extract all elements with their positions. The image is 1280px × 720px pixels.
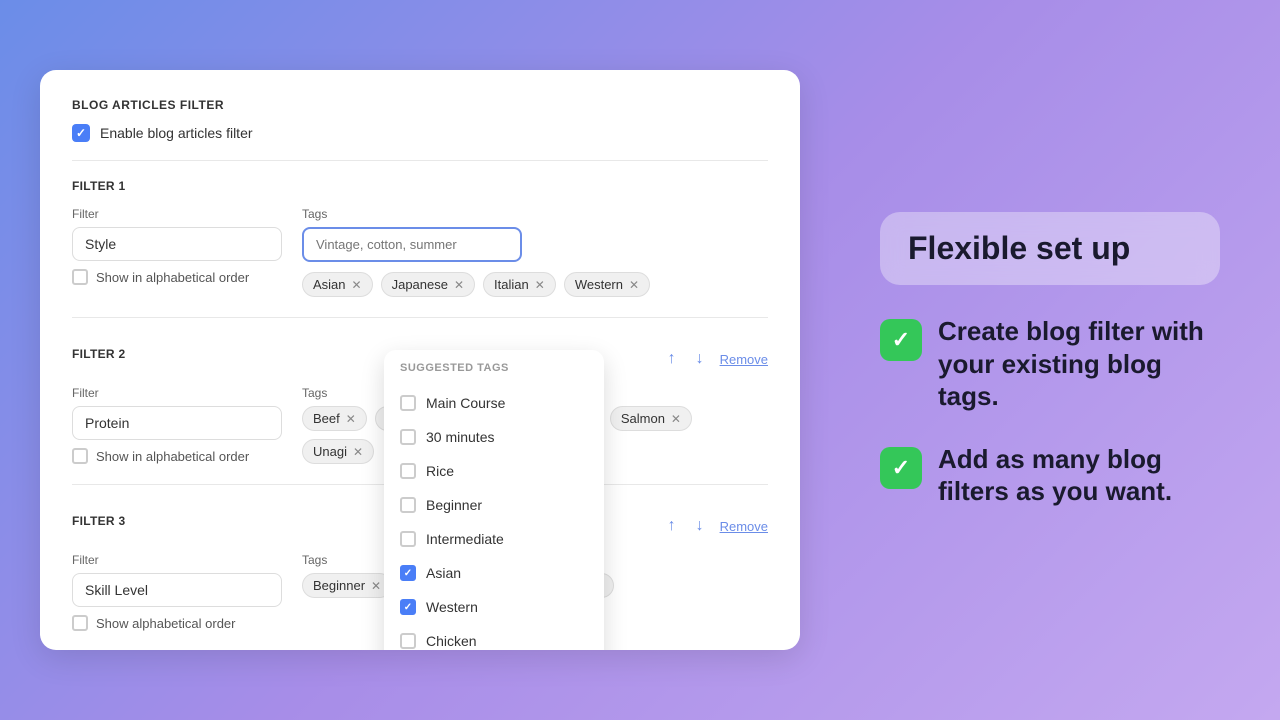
dd-item-chicken[interactable]: Chicken [384, 624, 604, 650]
filter2-alpha-checkbox[interactable] [72, 448, 88, 464]
enable-label: Enable blog articles filter [100, 125, 253, 141]
filter2-down-btn[interactable]: ↓ [692, 346, 708, 372]
filter2-up-btn[interactable]: ↑ [664, 346, 680, 372]
filter3-up-btn[interactable]: ↑ [664, 513, 680, 539]
tags-input-wrapper [302, 227, 522, 262]
filter1-field-label: Filter [72, 207, 282, 221]
dd-checkbox-chicken [400, 633, 416, 649]
filter1-row: Filter Show in alphabetical order Tags A [72, 207, 768, 297]
filter3-field-label: Filter [72, 553, 282, 567]
dd-item-asian[interactable]: Asian [384, 556, 604, 590]
green-check-icon-1 [880, 319, 922, 361]
dd-checkbox-main-course [400, 395, 416, 411]
filter3-input[interactable] [72, 573, 282, 607]
feature-text-1: Create blog filter with your existing bl… [938, 315, 1220, 413]
tag-salmon: Salmon✕ [610, 406, 692, 431]
dd-checkbox-beginner [400, 497, 416, 513]
tag-western-remove[interactable]: ✕ [629, 279, 639, 291]
tag-beginner: Beginner✕ [302, 573, 392, 598]
filter3-remove-btn[interactable]: Remove [720, 519, 768, 534]
right-panel: Flexible set up Create blog filter with … [860, 192, 1240, 528]
dd-label-intermediate: Intermediate [426, 531, 504, 547]
filter2-alpha-row: Show in alphabetical order [72, 448, 282, 464]
enable-checkbox[interactable] [72, 124, 90, 142]
filter3-alpha-label: Show alphabetical order [96, 616, 235, 631]
filter3-down-btn[interactable]: ↓ [692, 513, 708, 539]
dd-item-beginner[interactable]: Beginner [384, 488, 604, 522]
dd-item-rice[interactable]: Rice [384, 454, 604, 488]
tag-italian: Italian ✕ [483, 272, 556, 297]
dd-label-asian: Asian [426, 565, 461, 581]
filter2-controls: ↑ ↓ Remove [664, 346, 768, 372]
divider-2 [72, 317, 768, 318]
dd-label-chicken: Chicken [426, 633, 477, 649]
filter1-right: Tags Asian ✕ Japanese ✕ [302, 207, 768, 297]
divider-1 [72, 160, 768, 161]
dd-label-rice: Rice [426, 463, 454, 479]
filter1-alpha-checkbox[interactable] [72, 269, 88, 285]
filter2-remove-btn[interactable]: Remove [720, 352, 768, 367]
feature-item-1: Create blog filter with your existing bl… [880, 315, 1220, 413]
tag-unagi: Unagi✕ [302, 439, 374, 464]
filter1-tags-label: Tags [302, 207, 768, 221]
tag-asian-remove[interactable]: ✕ [352, 279, 362, 291]
flexible-badge: Flexible set up [880, 212, 1220, 285]
dd-checkbox-asian [400, 565, 416, 581]
tag-beginner-remove[interactable]: ✕ [371, 580, 381, 592]
tag-salmon-remove[interactable]: ✕ [671, 413, 681, 425]
dd-item-main-course[interactable]: Main Course [384, 386, 604, 420]
filter2-field-label: Filter [72, 386, 282, 400]
dd-label-main-course: Main Course [426, 395, 505, 411]
tag-italian-remove[interactable]: ✕ [535, 279, 545, 291]
filter1-alpha-row: Show in alphabetical order [72, 269, 282, 285]
filter-panel: BLOG ARTICLES FILTER Enable blog article… [40, 70, 800, 650]
filter3-label: FILTER 3 [72, 514, 126, 528]
filter1-tags-area: Asian ✕ Japanese ✕ Italian ✕ Western [302, 272, 768, 297]
filter2-input[interactable] [72, 406, 282, 440]
panel-title: BLOG ARTICLES FILTER [72, 98, 768, 112]
green-check-icon-2 [880, 447, 922, 489]
dd-item-western[interactable]: Western [384, 590, 604, 624]
filter2-alpha-label: Show in alphabetical order [96, 449, 249, 464]
filter1-alpha-label: Show in alphabetical order [96, 270, 249, 285]
filter2-label: FILTER 2 [72, 347, 126, 361]
tag-asian: Asian ✕ [302, 272, 373, 297]
main-container: BLOG ARTICLES FILTER Enable blog article… [0, 0, 1280, 720]
flexible-text: Flexible set up [908, 230, 1130, 266]
tag-beef-remove[interactable]: ✕ [346, 413, 356, 425]
dd-label-30min: 30 minutes [426, 429, 494, 445]
tag-western: Western ✕ [564, 272, 650, 297]
suggested-tags-dropdown: SUGGESTED TAGS Main Course 30 minutes Ri… [384, 350, 604, 650]
tag-japanese-remove[interactable]: ✕ [454, 279, 464, 291]
dd-checkbox-western [400, 599, 416, 615]
tags-search-input[interactable] [302, 227, 522, 262]
dropdown-header: SUGGESTED TAGS [384, 350, 604, 382]
dd-checkbox-intermediate [400, 531, 416, 547]
dd-checkbox-30min [400, 429, 416, 445]
dropdown-list: Main Course 30 minutes Rice Beginner Int… [384, 382, 604, 650]
filter1-input[interactable] [72, 227, 282, 261]
dd-label-beginner-dd: Beginner [426, 497, 482, 513]
dd-item-30min[interactable]: 30 minutes [384, 420, 604, 454]
tag-beef: Beef✕ [302, 406, 367, 431]
filter1-left: Filter Show in alphabetical order [72, 207, 282, 285]
filter1-label: FILTER 1 [72, 179, 768, 193]
filter3-left: Filter Show alphabetical order [72, 553, 282, 631]
feature-text-2: Add as many blog filters as you want. [938, 443, 1220, 508]
filter3-controls: ↑ ↓ Remove [664, 513, 768, 539]
filter3-alpha-row: Show alphabetical order [72, 615, 282, 631]
filter2-left: Filter Show in alphabetical order [72, 386, 282, 464]
tag-unagi-remove[interactable]: ✕ [353, 446, 363, 458]
feature-item-2: Add as many blog filters as you want. [880, 443, 1220, 508]
filter3-alpha-checkbox[interactable] [72, 615, 88, 631]
dd-item-intermediate[interactable]: Intermediate [384, 522, 604, 556]
enable-row: Enable blog articles filter [72, 124, 768, 142]
filter-section-1: FILTER 1 Filter Show in alphabetical ord… [72, 179, 768, 297]
dd-checkbox-rice [400, 463, 416, 479]
dd-label-western: Western [426, 599, 478, 615]
tag-japanese: Japanese ✕ [381, 272, 475, 297]
